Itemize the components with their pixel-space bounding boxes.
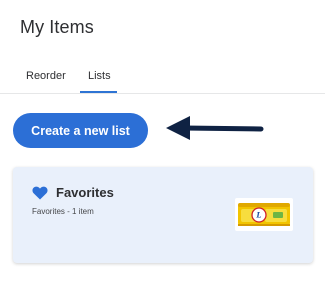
tab-bar: Reorder Lists xyxy=(0,70,325,94)
page-title: My Items xyxy=(20,17,94,37)
list-name: Favorites xyxy=(56,185,114,200)
tab-reorder[interactable]: Reorder xyxy=(26,70,66,82)
product-thumbnail: L xyxy=(235,198,293,231)
tabs-divider xyxy=(0,93,325,94)
list-card-favorites[interactable]: Favorites Favorites - 1 item L xyxy=(13,167,313,263)
arrow-left-icon xyxy=(166,116,264,140)
list-item-count: Favorites - 1 item xyxy=(32,207,94,216)
tab-lists[interactable]: Lists xyxy=(88,70,111,82)
heart-icon xyxy=(32,186,48,200)
svg-text:L: L xyxy=(256,211,262,220)
create-new-list-button[interactable]: Create a new list xyxy=(13,113,148,148)
